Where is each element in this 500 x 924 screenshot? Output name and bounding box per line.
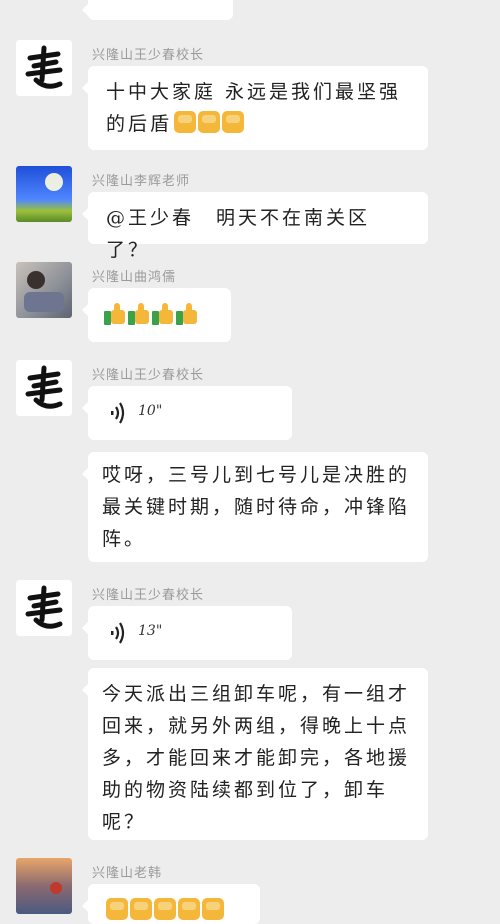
avatar[interactable] (16, 360, 72, 416)
voice-message-bubble[interactable]: 10" (82, 386, 292, 440)
sender-name: 兴隆山王少春校长 (92, 588, 205, 603)
sender-name: 兴隆山王少春校长 (92, 368, 205, 383)
voice-duration: 10" (138, 403, 163, 419)
message-bubble-partial[interactable] (82, 0, 233, 20)
sender-name: 兴隆山曲鸿儒 (92, 270, 177, 285)
message-text: @王少春 明天不在南关区了？ (106, 207, 371, 261)
message-bubble-partial[interactable] (82, 884, 260, 924)
voice-message-bubble[interactable]: 13" (82, 606, 292, 660)
message-text: 今天派出三组卸车呢，有一组才回来，就另外两组，得晚上十点多，才能回来才能卸完，各… (102, 683, 411, 833)
thumbs-up-emoji-icon (176, 303, 198, 325)
fist-emoji-icon (130, 898, 152, 920)
fist-emoji-icon (222, 111, 245, 133)
sender-name: 兴隆山王少春校长 (92, 48, 205, 63)
avatar[interactable] (16, 40, 72, 96)
thumbs-up-emoji-icon (152, 303, 174, 325)
thumbs-up-emoji-icon (104, 303, 126, 325)
message-bubble[interactable]: 今天派出三组卸车呢，有一组才回来，就另外两组，得晚上十点多，才能回来才能卸完，各… (82, 668, 428, 840)
fist-emoji-icon (174, 111, 197, 133)
avatar[interactable] (16, 262, 72, 318)
voice-wave-icon (111, 622, 125, 644)
message-bubble[interactable]: @王少春 明天不在南关区了？ (82, 192, 428, 261)
avatar[interactable] (16, 858, 72, 914)
thumbs-up-emoji-icon (128, 303, 150, 325)
voice-duration: 13" (138, 623, 163, 639)
avatar[interactable] (16, 166, 72, 222)
fist-emoji-icon (154, 898, 176, 920)
fist-emoji-icon (202, 898, 224, 920)
message-bubble[interactable]: 十中大家庭 永远是我们最坚强的后盾 (82, 66, 428, 150)
fist-emoji-icon (178, 898, 200, 920)
fist-emoji-icon (106, 898, 128, 920)
message-bubble[interactable]: 哎呀，三号儿到七号儿是决胜的最关键时期，随时待命，冲锋陷阵。 (82, 452, 428, 562)
sender-name: 兴隆山李辉老师 (92, 174, 191, 189)
message-bubble[interactable] (82, 288, 231, 342)
fist-emoji-icon (198, 111, 221, 133)
avatar[interactable] (16, 580, 72, 636)
message-text: 十中大家庭 永远是我们最坚强的后盾 (106, 81, 402, 135)
sender-name: 兴隆山老韩 (92, 866, 163, 881)
message-text: 哎呀，三号儿到七号儿是决胜的最关键时期，随时待命，冲锋陷阵。 (102, 464, 411, 550)
voice-wave-icon (111, 402, 125, 424)
